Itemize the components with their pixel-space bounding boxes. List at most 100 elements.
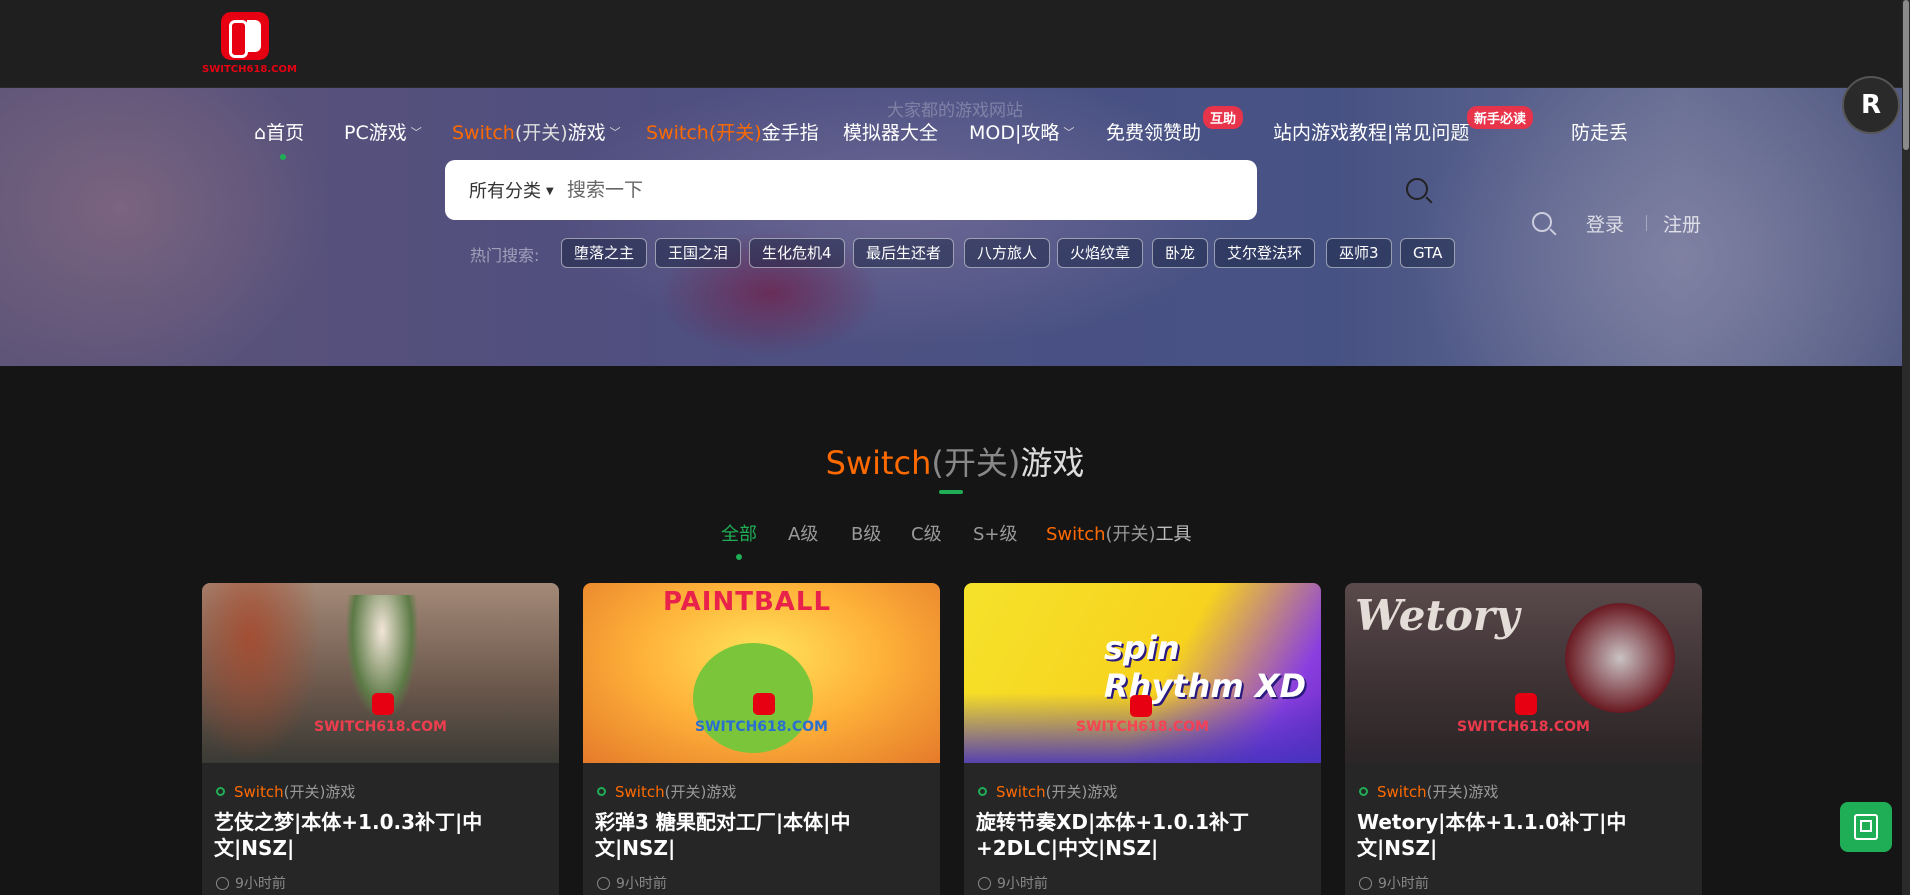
nav-cheats-brand: Switch bbox=[646, 122, 709, 144]
cover-art-title: spin Rhythm XD bbox=[1104, 629, 1307, 705]
game-cover-image[interactable]: SWITCH618.COM bbox=[202, 583, 559, 763]
card-category[interactable]: Switch(开关)游戏 bbox=[597, 781, 736, 802]
watermark: SWITCH618.COM bbox=[314, 719, 447, 735]
clock-icon bbox=[597, 877, 610, 890]
game-card[interactable]: SWITCH618.COM Switch(开关)游戏 艺伎之梦|本体+1.0.3… bbox=[202, 583, 559, 895]
game-card[interactable]: PAINTBALL SWITCH618.COM Switch(开关)游戏 彩弹3… bbox=[583, 583, 940, 895]
nav-switch-label: 游戏 bbox=[567, 122, 606, 144]
game-card[interactable]: Wetory SWITCH618.COM Switch(开关)游戏 Wetory… bbox=[1345, 583, 1702, 895]
register-link[interactable]: 注册 bbox=[1663, 210, 1701, 237]
nav-emulators-label: 模拟器大全 bbox=[843, 122, 939, 144]
watermark: SWITCH618.COM bbox=[1457, 719, 1590, 735]
nav-emulators[interactable]: 模拟器大全 bbox=[843, 118, 938, 145]
card-title[interactable]: 旋转节奏XD|本体+1.0.1补丁+2DLC|中文|NSZ| bbox=[976, 809, 1311, 861]
card-category[interactable]: Switch(开关)游戏 bbox=[1359, 781, 1498, 802]
nav-cheats-paren: (开关) bbox=[708, 122, 762, 144]
clock-icon bbox=[1359, 877, 1372, 890]
hot-tag[interactable]: 八方旅人 bbox=[964, 238, 1051, 268]
game-card[interactable]: spin Rhythm XD SWITCH618.COM Switch(开关)游… bbox=[964, 583, 1321, 895]
filter-c[interactable]: C级 bbox=[911, 520, 942, 546]
caret-down-icon: ▼ bbox=[546, 186, 554, 197]
game-cover-image[interactable]: spin Rhythm XD SWITCH618.COM bbox=[964, 583, 1321, 763]
card-cat-brand: Switch bbox=[996, 783, 1046, 801]
card-time: 9小时前 bbox=[216, 873, 286, 893]
category-filters: 全部 A级 B级 C级 S+级 Switch(开关)工具 bbox=[0, 520, 1910, 550]
badge-newbie-must-read: 新手必读 bbox=[1467, 106, 1534, 129]
filter-all[interactable]: 全部 bbox=[721, 520, 757, 546]
nav-free-sponsor[interactable]: 免费领赞助 bbox=[1106, 118, 1201, 145]
card-category[interactable]: Switch(开关)游戏 bbox=[216, 781, 355, 802]
hot-tag[interactable]: 火焰纹章 bbox=[1057, 238, 1144, 268]
card-time-text: 9小时前 bbox=[997, 876, 1048, 892]
nav-anti-lost[interactable]: 防走丢 bbox=[1571, 118, 1628, 145]
filter-b[interactable]: B级 bbox=[851, 520, 881, 546]
floating-avatar-button[interactable]: R bbox=[1842, 76, 1900, 134]
card-cat-paren: (开关) bbox=[1045, 783, 1088, 801]
hot-tag[interactable]: 巫师3 bbox=[1326, 238, 1392, 268]
cover-art-title: PAINTBALL bbox=[663, 587, 832, 617]
search-input[interactable] bbox=[567, 170, 1237, 210]
nav-switch-games[interactable]: Switch(开关)游戏 ﹀ bbox=[452, 118, 621, 145]
hot-tag[interactable]: 堕落之主 bbox=[561, 238, 648, 268]
game-cover-image[interactable]: Wetory SWITCH618.COM bbox=[1345, 583, 1702, 763]
nav-mod-label: MOD|攻略 bbox=[969, 122, 1060, 144]
scrollbar-thumb[interactable] bbox=[1903, 0, 1909, 150]
section-title: Switch(开关)游戏 bbox=[0, 438, 1910, 484]
filter-switch-tools[interactable]: Switch(开关)工具 bbox=[1046, 520, 1192, 546]
card-cat-text: 游戏 bbox=[1468, 783, 1499, 801]
circle-icon bbox=[978, 787, 987, 796]
card-cat-text: 游戏 bbox=[706, 783, 737, 801]
nav-pc-games[interactable]: PC游戏 ﹀ bbox=[344, 118, 422, 145]
hot-tag[interactable]: 生化危机4 bbox=[749, 238, 845, 268]
nav-tutorials[interactable]: 站内游戏教程|常见问题 bbox=[1273, 118, 1469, 145]
card-title[interactable]: 彩弹3 糖果配对工厂|本体|中文|NSZ| bbox=[595, 809, 930, 861]
nav-pc-label: PC游戏 bbox=[344, 122, 407, 144]
floating-qr-button[interactable] bbox=[1840, 802, 1892, 852]
card-time: 9小时前 bbox=[1359, 873, 1429, 893]
site-logo[interactable]: SWITCH618.COM bbox=[202, 12, 297, 76]
card-time-text: 9小时前 bbox=[616, 876, 667, 892]
card-title[interactable]: Wetory|本体+1.1.0补丁|中文|NSZ| bbox=[1357, 809, 1692, 861]
chevron-down-icon: ﹀ bbox=[410, 126, 422, 139]
card-category[interactable]: Switch(开关)游戏 bbox=[978, 781, 1117, 802]
nav-mod-guides[interactable]: MOD|攻略 ﹀ bbox=[969, 118, 1074, 145]
card-time: 9小时前 bbox=[978, 873, 1048, 893]
card-cat-paren: (开关) bbox=[664, 783, 707, 801]
card-cat-brand: Switch bbox=[234, 783, 284, 801]
hot-tag[interactable]: 王国之泪 bbox=[655, 238, 742, 268]
title-underline bbox=[939, 490, 963, 494]
switch-logo-icon bbox=[1515, 693, 1537, 715]
game-cover-image[interactable]: PAINTBALL SWITCH618.COM bbox=[583, 583, 940, 763]
search-category-select[interactable]: 所有分类 ▼ bbox=[469, 177, 554, 203]
filter-a[interactable]: A级 bbox=[788, 520, 818, 546]
filter-s-plus[interactable]: S+级 bbox=[973, 520, 1018, 546]
card-title[interactable]: 艺伎之梦|本体+1.0.3补丁|中文|NSZ| bbox=[214, 809, 549, 861]
filter-tools-paren: (开关) bbox=[1105, 524, 1156, 545]
circle-icon bbox=[216, 787, 225, 796]
clock-icon bbox=[216, 877, 229, 890]
hot-tag[interactable]: 艾尔登法环 bbox=[1214, 238, 1316, 268]
circle-icon bbox=[1359, 787, 1368, 796]
nav-home[interactable]: ⌂首页 bbox=[254, 118, 304, 145]
card-cat-paren: (开关) bbox=[1426, 783, 1469, 801]
hot-tag[interactable]: GTA bbox=[1400, 238, 1456, 268]
login-link[interactable]: 登录 bbox=[1586, 210, 1624, 237]
filter-active-indicator bbox=[736, 554, 742, 560]
badge-mutual-help: 互助 bbox=[1203, 106, 1244, 129]
card-time-text: 9小时前 bbox=[235, 876, 286, 892]
logo-text: SWITCH618.COM bbox=[202, 64, 297, 75]
nav-switch-paren: (开关) bbox=[514, 122, 568, 144]
cover-art-title: Wetory bbox=[1355, 591, 1520, 640]
nav-switch-cheats[interactable]: Switch(开关)金手指 bbox=[646, 118, 819, 145]
search-category-label: 所有分类 bbox=[469, 181, 541, 202]
hot-tag[interactable]: 卧龙 bbox=[1152, 238, 1209, 268]
card-time: 9小时前 bbox=[597, 873, 667, 893]
nav-sponsor-label: 免费领赞助 bbox=[1106, 122, 1202, 144]
section-title-text: 游戏 bbox=[1020, 444, 1085, 482]
hot-tag[interactable]: 最后生还者 bbox=[853, 238, 955, 268]
nav-active-indicator bbox=[280, 154, 286, 160]
switch-logo-icon bbox=[372, 693, 394, 715]
search-submit-button[interactable] bbox=[1404, 176, 1432, 204]
search-icon bbox=[1532, 212, 1552, 232]
hot-search-label: 热门搜索: bbox=[470, 246, 540, 265]
